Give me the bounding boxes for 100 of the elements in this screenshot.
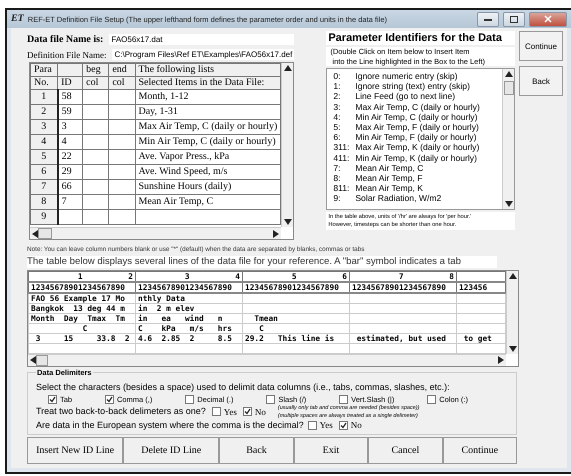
table-cell[interactable]: Sunshine Hours (daily) <box>135 180 281 194</box>
list-item[interactable]: 0: Ignore numeric entry (skip) <box>333 71 502 82</box>
checkbox[interactable] <box>308 420 317 430</box>
table-cell[interactable] <box>82 134 109 150</box>
table-cell[interactable]: 7 <box>58 194 83 210</box>
table-cell[interactable] <box>108 150 135 164</box>
up-arrow-icon[interactable] <box>284 65 292 71</box>
close-button[interactable] <box>529 12 567 26</box>
checkbox[interactable] <box>338 420 348 430</box>
table-cell[interactable]: 22 <box>58 150 83 164</box>
table-cell[interactable] <box>82 180 109 194</box>
table-cell[interactable]: 4 <box>58 134 83 150</box>
list-item[interactable]: 811: Mean Air Temp, K <box>333 183 502 194</box>
up-arrow-icon[interactable] <box>504 71 512 77</box>
table-cell[interactable]: Month, 1-12 <box>135 90 281 104</box>
list-item[interactable]: 8: Mean Air Temp, F <box>333 173 502 184</box>
row-number: 6 <box>30 164 58 180</box>
table-cell[interactable]: Ave. Wind Speed, m/s <box>135 164 281 180</box>
list-item[interactable]: 4: Min Air Temp, C (daily or hourly) <box>333 112 502 122</box>
checkbox[interactable] <box>104 394 114 404</box>
checkbox[interactable] <box>339 394 348 404</box>
table-cell[interactable]: 29 <box>58 164 83 180</box>
table-cell[interactable]: Min Air Temp, C (daily or hourly) <box>135 134 281 150</box>
table-cell[interactable] <box>108 104 135 120</box>
checkbox[interactable] <box>427 394 436 404</box>
action-button[interactable]: Cancel <box>368 436 443 464</box>
list-item[interactable]: 3: Max Air Temp, C (daily or hourly) <box>333 102 502 112</box>
vertical-scrollbar[interactable] <box>281 63 294 227</box>
checkbox[interactable] <box>48 394 57 404</box>
table-cell[interactable]: Max Air Temp, C (daily or hourly) <box>135 120 281 134</box>
table-cell[interactable] <box>108 194 135 210</box>
data-file-label: Data file Name is: <box>27 34 104 44</box>
checkbox[interactable] <box>266 394 276 404</box>
down-arrow-icon[interactable] <box>508 346 516 352</box>
table-cell[interactable] <box>82 90 109 104</box>
table-cell[interactable] <box>82 150 109 164</box>
list-item[interactable]: 9: Solar Radiation, W/m2 <box>333 193 502 204</box>
vertical-scrollbar[interactable] <box>502 69 514 209</box>
table-cell[interactable] <box>82 104 109 120</box>
table-cell[interactable] <box>82 210 109 224</box>
left-arrow-icon[interactable] <box>32 230 38 238</box>
table-cell[interactable]: Ave. Vapor Press., kPa <box>135 150 281 164</box>
checkbox[interactable] <box>185 394 194 404</box>
horizontal-scrollbar[interactable] <box>30 227 282 239</box>
table-cell[interactable]: 58 <box>58 90 83 104</box>
scroll-thumb[interactable] <box>504 81 514 95</box>
table-cell[interactable] <box>108 180 135 194</box>
list-item[interactable]: 311: Max Air Temp, K (daily or hourly) <box>333 142 502 153</box>
action-button[interactable]: Insert New ID Line <box>27 436 124 464</box>
action-button[interactable]: Delete ID Line <box>123 436 220 464</box>
down-arrow-icon[interactable] <box>504 201 512 207</box>
row-number: 1 <box>30 90 58 104</box>
row-number: 9 <box>30 210 58 224</box>
down-arrow-icon[interactable] <box>284 219 292 225</box>
up-arrow-icon[interactable] <box>508 273 516 279</box>
checkbox[interactable] <box>212 407 221 416</box>
table-cell[interactable]: Mean Air Temp, C <box>135 194 281 210</box>
table-cell[interactable] <box>108 210 135 224</box>
left-arrow-icon[interactable] <box>30 356 36 364</box>
row-number: 2 <box>30 104 58 120</box>
list-item[interactable]: 2: Line Feed (go to next line) <box>333 91 502 102</box>
right-arrow-icon[interactable] <box>273 230 280 238</box>
table-cell[interactable]: 3 <box>58 120 83 134</box>
list-item[interactable]: 5: Max Air Temp, F (daily or hourly) <box>333 122 502 132</box>
table-cell[interactable]: Day, 1-31 <box>135 104 281 120</box>
prompt-text: Select the characters (besides a space) used to delimit data columns (i.e., tabs, commas, slashes, etc.): <box>36 382 450 392</box>
table-cell[interactable] <box>58 210 83 224</box>
side-button[interactable]: Back <box>519 66 563 96</box>
table-cell[interactable] <box>108 134 135 150</box>
minimize-button[interactable] <box>477 12 499 26</box>
close-icon[interactable] <box>544 15 552 23</box>
table-cell[interactable] <box>108 120 135 134</box>
horizontal-scrollbar[interactable] <box>28 354 506 366</box>
maximize-button[interactable] <box>503 12 525 26</box>
right-arrow-icon[interactable] <box>498 356 504 364</box>
table-cell[interactable] <box>82 120 109 134</box>
maximize-icon[interactable] <box>510 16 518 22</box>
vertical-scrollbar[interactable] <box>506 271 518 354</box>
table-cell[interactable] <box>108 164 135 180</box>
list-item[interactable]: 411: Min Air Temp, K (daily or hourly) <box>333 152 502 163</box>
list-item[interactable]: 7: Mean Air Temp, C <box>333 162 502 174</box>
scroll-thumb[interactable] <box>36 354 48 366</box>
action-button[interactable]: Continue <box>442 436 517 464</box>
app-icon: ET <box>11 13 24 25</box>
action-button[interactable]: Back <box>219 436 294 464</box>
table-cell[interactable] <box>108 90 135 104</box>
action-button[interactable]: Exit <box>294 436 368 464</box>
table-cell[interactable]: 66 <box>58 180 83 194</box>
minimize-icon[interactable] <box>484 18 492 20</box>
table-cell[interactable] <box>82 164 109 180</box>
checkbox[interactable] <box>242 407 252 416</box>
row-number: 7 <box>30 180 58 194</box>
list-item[interactable]: 6: Min Air Temp, F (daily or hourly) <box>333 132 502 142</box>
table-cell[interactable]: 59 <box>58 104 83 120</box>
list-item[interactable]: 1: Ignore string (text) entry (skip) <box>333 81 502 92</box>
table-cell <box>456 293 506 304</box>
side-button[interactable]: Continue <box>519 31 563 61</box>
scroll-thumb[interactable] <box>38 228 52 239</box>
table-cell[interactable] <box>135 210 281 224</box>
table-cell[interactable] <box>82 194 109 210</box>
